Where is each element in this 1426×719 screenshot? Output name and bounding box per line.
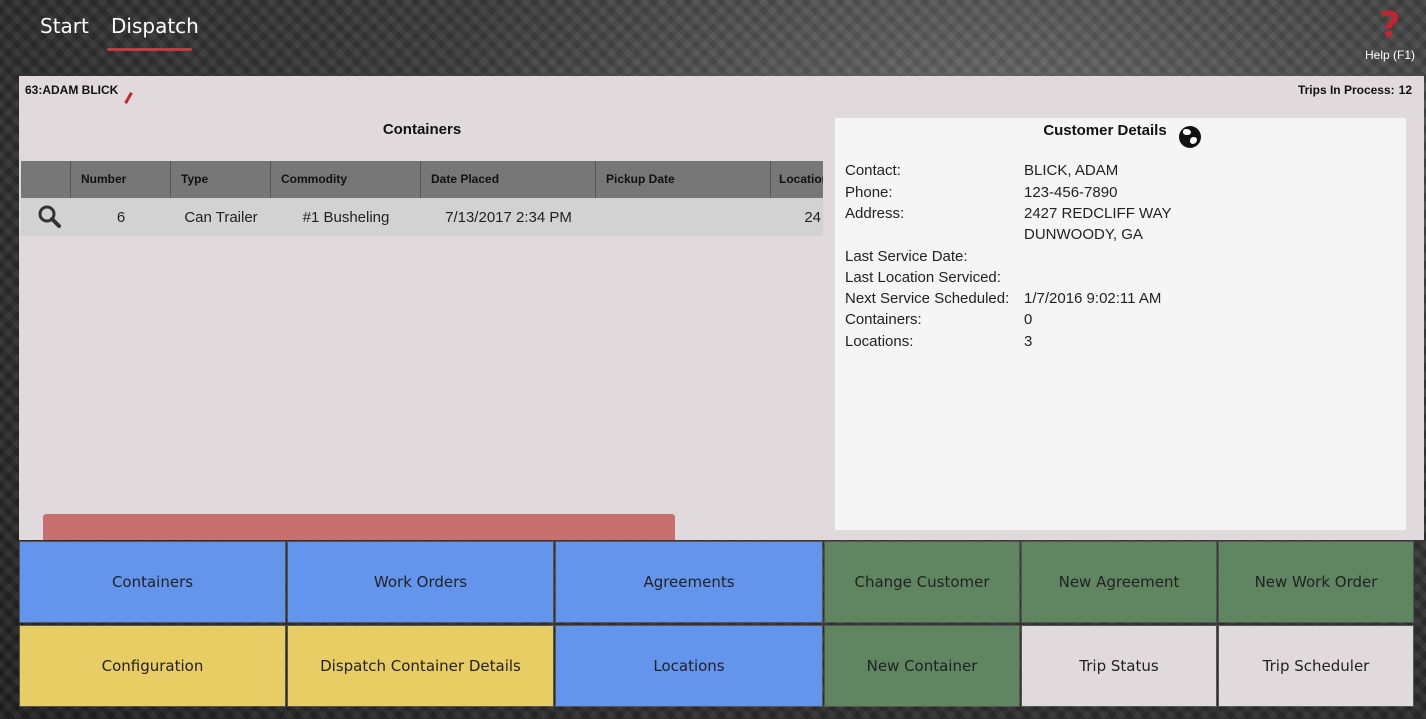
customer-name: 63:ADAM BLICK bbox=[25, 83, 119, 97]
agreements-button[interactable]: Agreements bbox=[555, 541, 823, 623]
address-line1: 2427 REDCLIFF WAY bbox=[1024, 205, 1172, 222]
col-header-location[interactable]: Location bbox=[771, 161, 823, 198]
address-label: Address: bbox=[845, 205, 905, 222]
locations-count-value: 3 bbox=[1024, 333, 1033, 350]
next-service-value: 1/7/2016 9:02:11 AM bbox=[1024, 290, 1162, 307]
containers-count-value: 0 bbox=[1024, 311, 1033, 328]
containers-grid: Number Type Commodity Date Placed Pickup… bbox=[21, 161, 823, 237]
trip-status-button[interactable]: Trip Status bbox=[1021, 625, 1217, 707]
containers-count-label: Containers: bbox=[845, 311, 922, 328]
help-question-icon: ? bbox=[1379, 5, 1401, 46]
globe-icon[interactable] bbox=[1179, 126, 1201, 148]
containers-button[interactable]: Containers bbox=[19, 541, 286, 623]
address-line2: DUNWOODY, GA bbox=[1024, 226, 1143, 243]
phone-value: 123-456-7890 bbox=[1024, 184, 1118, 201]
cell-number: 6 bbox=[116, 208, 126, 226]
cell-date-placed: 7/13/2017 2:34 PM bbox=[445, 208, 572, 226]
col-header-icon bbox=[21, 161, 71, 198]
horizontal-scrollbar[interactable] bbox=[43, 514, 675, 540]
col-header-number[interactable]: Number bbox=[71, 161, 171, 198]
col-header-type[interactable]: Type bbox=[171, 161, 271, 198]
top-nav: Start Dispatch ? Help (F1) bbox=[0, 0, 1426, 74]
search-icon[interactable] bbox=[37, 204, 63, 230]
cell-location: 24 bbox=[804, 208, 821, 226]
phone-label: Phone: bbox=[845, 184, 893, 201]
trips-label: Trips In Process: bbox=[1297, 83, 1395, 97]
trip-scheduler-button[interactable]: Trip Scheduler bbox=[1218, 625, 1414, 707]
change-customer-button[interactable]: Change Customer bbox=[824, 541, 1020, 623]
work-orders-button[interactable]: Work Orders bbox=[287, 541, 554, 623]
last-service-label: Last Service Date: bbox=[845, 248, 968, 265]
new-container-button[interactable]: New Container bbox=[824, 625, 1020, 707]
new-agreement-button[interactable]: New Agreement bbox=[1021, 541, 1217, 623]
col-header-commodity[interactable]: Commodity bbox=[271, 161, 421, 198]
locations-count-label: Locations: bbox=[845, 333, 914, 350]
new-work-order-button[interactable]: New Work Order bbox=[1218, 541, 1414, 623]
trips-value: 12 bbox=[1398, 83, 1412, 97]
col-header-date-placed[interactable]: Date Placed bbox=[421, 161, 596, 198]
customer-details-panel: Customer Details Contact: BLICK, ADAM Ph… bbox=[835, 118, 1406, 530]
locations-button[interactable]: Locations bbox=[555, 625, 823, 707]
active-tab-underline bbox=[107, 48, 192, 51]
table-row[interactable]: 6 Can Trailer #1 Busheling 7/13/2017 2:3… bbox=[21, 198, 823, 236]
contact-value: BLICK, ADAM bbox=[1024, 162, 1119, 179]
tab-dispatch[interactable]: Dispatch bbox=[111, 14, 199, 38]
row-search-cell[interactable] bbox=[21, 198, 71, 236]
last-location-label: Last Location Serviced: bbox=[845, 269, 1001, 286]
contact-label: Contact: bbox=[845, 162, 901, 179]
help-button[interactable]: ? Help (F1) bbox=[1360, 5, 1420, 63]
cell-type: Can Trailer bbox=[184, 208, 258, 226]
col-header-pickup-date[interactable]: Pickup Date bbox=[596, 161, 771, 198]
tab-start[interactable]: Start bbox=[40, 14, 89, 38]
trips-in-process: Trips In Process: 12 bbox=[1294, 83, 1412, 97]
cell-commodity: #1 Busheling bbox=[302, 208, 390, 226]
edit-pencil-icon[interactable] bbox=[124, 92, 133, 104]
help-label: Help (F1) bbox=[1364, 48, 1415, 62]
dispatch-container-details-button[interactable]: Dispatch Container Details bbox=[287, 625, 554, 707]
action-button-grid: Containers Work Orders Agreements Change… bbox=[19, 541, 1415, 709]
configuration-button[interactable]: Configuration bbox=[19, 625, 286, 707]
customer-details-title: Customer Details bbox=[1043, 122, 1167, 139]
next-service-label: Next Service Scheduled: bbox=[845, 290, 1010, 307]
grid-header: Number Type Commodity Date Placed Pickup… bbox=[21, 161, 823, 198]
containers-title: Containers bbox=[382, 121, 462, 138]
